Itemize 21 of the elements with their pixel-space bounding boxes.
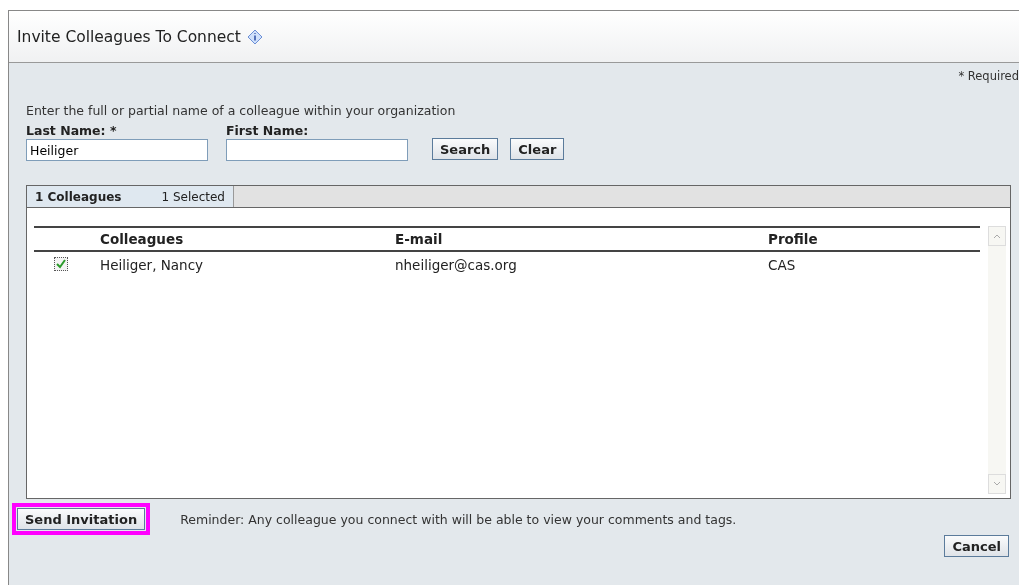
info-icon[interactable] xyxy=(246,28,263,45)
form-button[interactable]: Search xyxy=(432,138,499,160)
checkbox[interactable] xyxy=(54,257,68,271)
table-cell: CAS xyxy=(768,251,980,278)
column-header: Profile xyxy=(768,227,980,251)
table-cell: Heiliger, Nancy xyxy=(100,251,395,278)
table-cell: nheiliger@cas.org xyxy=(395,251,768,278)
form-button[interactable]: Clear xyxy=(510,138,565,160)
field-label: Last Name: * xyxy=(26,123,118,138)
window-title: Invite Colleagues To Connect xyxy=(17,27,241,46)
required-note: * Required xyxy=(957,68,1019,83)
field-label: First Name: xyxy=(226,123,310,138)
name-field[interactable] xyxy=(226,139,408,161)
cancel-button[interactable]: Cancel xyxy=(944,535,1009,557)
send-invitation-button[interactable]: Send Invitation xyxy=(17,508,146,530)
column-header: E-mail xyxy=(395,227,768,251)
column-header: Colleagues xyxy=(100,227,395,251)
reminder-text: Reminder: Any colleague you connect with will be able to view your comments and tags. xyxy=(180,511,737,527)
name-field[interactable]: Heiliger xyxy=(26,139,208,161)
instructions: Enter the full or partial name of a colleague within your organization xyxy=(26,103,457,118)
results-tab[interactable]: 1 Colleagues 1 Selected xyxy=(27,186,234,207)
